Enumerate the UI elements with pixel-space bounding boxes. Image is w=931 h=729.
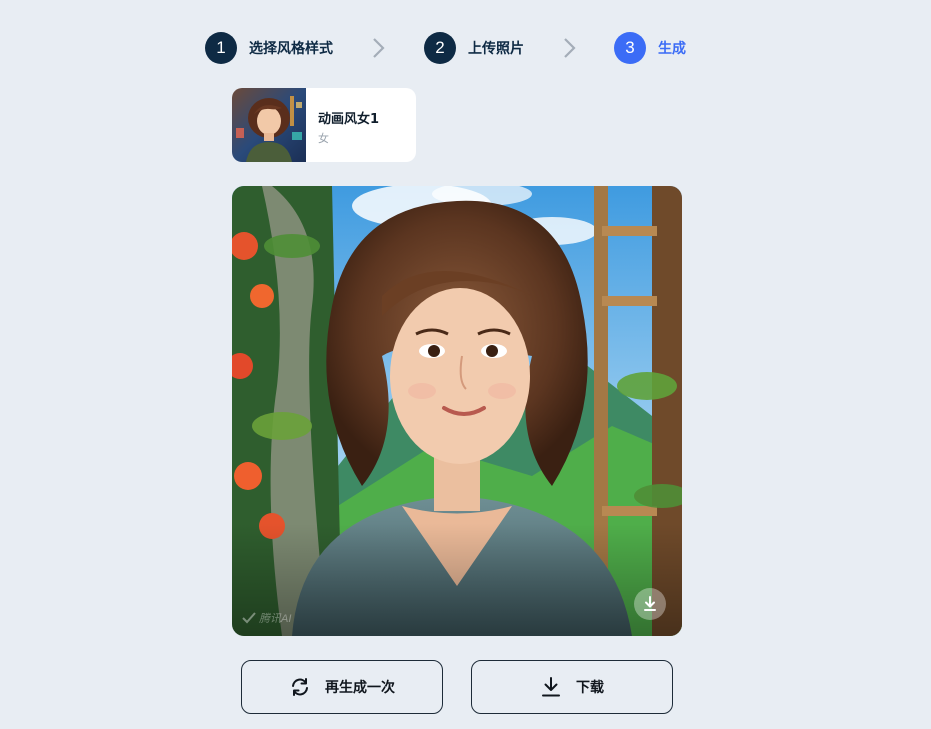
step-3-number: 3 [614, 32, 646, 64]
step-2[interactable]: 2 上传照片 [424, 32, 524, 64]
stepper: 1 选择风格样式 2 上传照片 3 生成 [205, 32, 686, 64]
chevron-right-icon [371, 36, 387, 60]
refresh-icon [292, 678, 308, 696]
download-icon [644, 596, 656, 611]
watermark-logo-icon [242, 612, 256, 624]
step-3-label: 生成 [658, 41, 686, 57]
step-3[interactable]: 3 生成 [614, 32, 686, 64]
step-1[interactable]: 1 选择风格样式 [205, 32, 333, 64]
chevron-right-icon [562, 36, 578, 60]
watermark: 腾讯AI [242, 610, 291, 626]
download-icon [542, 677, 560, 697]
step-1-number: 1 [205, 32, 237, 64]
watermark-text: 腾讯AI [259, 613, 292, 625]
download-label: 下载 [576, 680, 604, 696]
step-1-label: 选择风格样式 [249, 41, 333, 57]
style-name: 动画风女1 [318, 112, 380, 127]
download-button[interactable]: 下载 [471, 660, 673, 714]
generated-image: 腾讯AI [232, 186, 682, 636]
style-thumbnail [232, 88, 306, 162]
step-2-label: 上传照片 [468, 41, 524, 57]
style-gender: 女 [318, 132, 329, 145]
regenerate-button[interactable]: 再生成一次 [241, 660, 443, 714]
regenerate-label: 再生成一次 [325, 680, 395, 696]
image-download-button[interactable] [634, 588, 666, 620]
step-2-number: 2 [424, 32, 456, 64]
selected-style-card[interactable]: 动画风女1 女 [232, 88, 416, 162]
